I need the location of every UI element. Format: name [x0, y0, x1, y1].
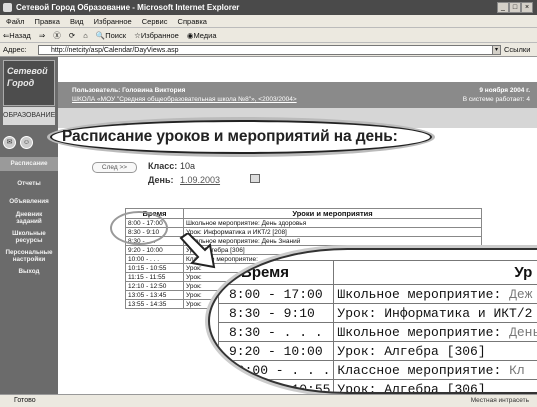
mail-icon[interactable]: ✉ [3, 136, 16, 149]
event-cell: Урок: Информатика и ИКТ/2 [2 [333, 303, 537, 323]
logo-line2: Город [7, 78, 35, 88]
user-name: Пользователь: Головина Виктория [72, 87, 186, 94]
close-button[interactable]: × [521, 2, 533, 13]
current-date: 9 ноября 2004 г. [479, 87, 530, 94]
event-text: Школьное мероприятие: [337, 286, 510, 302]
time-cell: 13:05 - 13:45 [125, 290, 184, 300]
nav-settings[interactable]: Персональные настройки [0, 249, 58, 263]
forward-button[interactable]: ⇒ [39, 31, 45, 40]
event-link[interactable]: Дeж [509, 287, 532, 302]
event-text: Урок: Алгебра [306] [337, 343, 486, 359]
event-cell: Урок: Алгебра [306] [333, 341, 537, 361]
time-cell: 8:30 - . . . [217, 322, 335, 342]
links-button[interactable]: Ссылки [504, 43, 530, 57]
page-title: Расписание уроков и мероприятий на день: [62, 128, 398, 145]
address-input[interactable]: http://netcity/asp/Calendar/DayViews.asp [38, 45, 500, 55]
event-cell: Классное мероприятие: Кл [333, 360, 537, 380]
window-titlebar: Сетевой Город Образование - Microsoft In… [0, 0, 537, 15]
time-cell: 8:30 - 9:10 [217, 303, 335, 323]
event-cell: Школьное мероприятие: День З [333, 322, 537, 342]
minimize-button[interactable]: _ [497, 2, 509, 13]
next-button[interactable]: След >> [92, 162, 137, 173]
time-cell: 10:15 - 10:55 [125, 263, 184, 273]
chevron-down-icon[interactable]: ▾ [492, 45, 501, 55]
nav-reports[interactable]: Отчеты [0, 180, 58, 187]
stop-icon[interactable]: Ⓧ [53, 31, 61, 40]
time-cell: 12:10 - 12:50 [125, 281, 184, 291]
ie-icon [3, 3, 12, 12]
logo-tab: ОБРАЗОВАНИЕ [3, 107, 55, 125]
calendar-icon[interactable] [250, 174, 260, 183]
zoom-events-header: Ур [333, 260, 537, 285]
time-cell: 10:15 - 10:55 [217, 379, 335, 392]
table-row: 8:00 - 17:00 Школьное мероприятие: Дeж [217, 284, 537, 304]
nav-assignments[interactable]: Дневник заданий [0, 211, 58, 225]
zoom-lens: Время Ур 8:00 - 17:00 Школьное мероприяти… [208, 248, 537, 394]
time-cell: 10:00 - . . . [125, 254, 184, 264]
class-label: Класс: [148, 161, 178, 171]
status-zone: Местная интрасеть [470, 397, 529, 404]
event-text: Урок: Информатика и ИКТ/2 [2 [337, 305, 537, 321]
highlight-oval [110, 211, 168, 245]
nav-logout[interactable]: Выход [0, 268, 58, 275]
event-text: Школьное мероприятие: [337, 324, 510, 340]
menu-file[interactable]: Файл [6, 17, 24, 26]
menu-edit[interactable]: Правка [35, 17, 60, 26]
window-title: Сетевой Город Образование - Microsoft In… [16, 3, 240, 12]
event-cell: Урок: Информатика и ИКТ/2 [208] [183, 227, 482, 237]
menu-help[interactable]: Справка [178, 17, 207, 26]
events-header: Уроки и мероприятия [183, 208, 482, 219]
event-text: Урок: Алгебра [306] [337, 381, 486, 394]
time-cell: 13:55 - 14:35 [125, 299, 184, 309]
event-link[interactable]: Кл [509, 363, 525, 378]
table-row: 10:15 - 10:55 Урок: Алгебра [306] [217, 379, 537, 394]
time-cell: 11:15 - 11:55 [125, 272, 184, 282]
refresh-icon[interactable]: ⟳ [69, 31, 75, 40]
class-value: 10а [180, 161, 196, 171]
event-link[interactable]: День З [509, 325, 537, 340]
day-link[interactable]: 1.09.2003 [180, 175, 220, 185]
table-row: 8:00 - 17:00 Школьное мероприятие: День з… [125, 218, 482, 228]
zoom-table: Время Ур 8:00 - 17:00 Школьное мероприяти… [217, 260, 537, 394]
menu-bar: Файл Правка Вид Избранное Сервис Справка [0, 15, 537, 28]
menu-favorites[interactable]: Избранное [94, 17, 132, 26]
table-row: 10:00 - . . . Классное мероприятие: Кл [217, 360, 537, 380]
back-button[interactable]: ⇐Назад [3, 31, 31, 40]
zoom-arrow-icon [179, 233, 216, 269]
time-cell: 10:00 - . . . [217, 360, 335, 380]
status-text: Готово [14, 397, 36, 404]
nav-announcements[interactable]: Объявления [0, 198, 58, 205]
toolbar: ⇐Назад ⇒ Ⓧ ⟳ ⌂ 🔍Поиск ☆Избранное ◉Медиа [0, 28, 537, 43]
table-row: 8:30 - . . .Школьное мероприятие: День З [217, 322, 537, 342]
time-cell: 9:20 - 10:00 [217, 341, 335, 361]
event-text: Классное мероприятие: [337, 362, 510, 378]
logo-line1: Сетевой [7, 66, 48, 76]
header-strip [58, 82, 537, 108]
table-row: 9:20 - 10:00 Урок: Алгебра [306] [217, 341, 537, 361]
menu-tools[interactable]: Сервис [142, 17, 168, 26]
search-button[interactable]: 🔍Поиск [96, 31, 126, 40]
time-cell: 9:20 - 10:00 [125, 245, 184, 255]
event-cell: Школьное мероприятие: Дeж [333, 284, 537, 304]
home-icon[interactable]: ⌂ [83, 31, 88, 40]
school-link[interactable]: ШКОЛА «МОУ "Средняя общеобразовательная … [72, 96, 297, 103]
maximize-button[interactable]: □ [509, 2, 521, 13]
time-cell: 8:00 - 17:00 [217, 284, 335, 304]
media-button[interactable]: ◉Медиа [187, 31, 217, 40]
nav-resources[interactable]: Школьные ресурсы [0, 230, 58, 244]
nav-schedule[interactable]: Расписание [0, 160, 58, 167]
event-cell: Школьное мероприятие: День Знаний [183, 236, 482, 246]
address-label: Адрес: [3, 45, 27, 54]
event-cell: Урок: Алгебра [306] [333, 379, 537, 394]
zoom-time-header: Время [217, 260, 335, 285]
online-count: В системе работает: 4 [462, 96, 530, 103]
status-bar: Готово [0, 394, 537, 407]
favorites-button[interactable]: ☆Избранное [134, 31, 179, 40]
day-label: День: [148, 175, 174, 185]
event-cell: Школьное мероприятие: День здоровья [183, 218, 482, 228]
table-row: 8:30 - 9:10 Урок: Информатика и ИКТ/2 [2 [217, 303, 537, 323]
user-icon[interactable]: ☺ [20, 136, 33, 149]
logo: Сетевой Город [3, 60, 55, 106]
menu-view[interactable]: Вид [70, 17, 84, 26]
